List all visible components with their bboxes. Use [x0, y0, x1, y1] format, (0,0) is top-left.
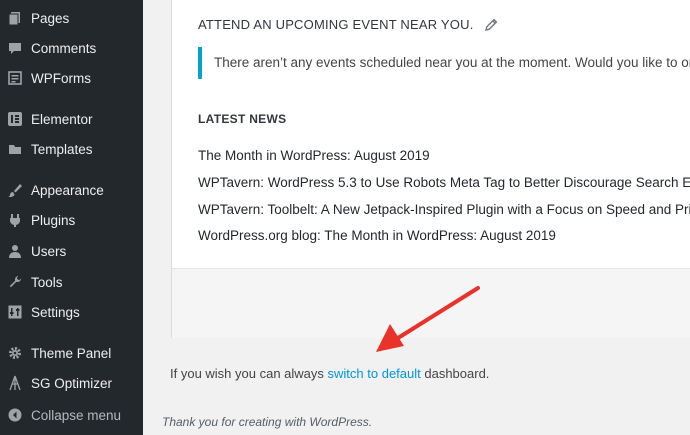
sidebar-item-label: Theme Panel	[31, 345, 112, 361]
sidebar-item-elementor[interactable]: Elementor	[0, 104, 143, 134]
sidebar-item-label: Users	[31, 243, 67, 259]
collapse-menu-label: Collapse menu	[31, 407, 122, 423]
comments-icon	[7, 40, 23, 56]
sidebar-item-templates[interactable]: Templates	[0, 134, 143, 164]
sidebar-item-theme-panel[interactable]: Theme Panel	[0, 338, 143, 368]
news-list: The Month in WordPress: August 2019 WPTa…	[198, 148, 690, 255]
folder-icon	[7, 141, 23, 157]
sg-optimizer-icon	[7, 375, 23, 391]
switch-dashboard-line: If you wish you can always switch to def…	[170, 366, 489, 381]
footer-thank-you: Thank you for creating with WordPress.	[162, 415, 372, 429]
pencil-icon[interactable]	[484, 18, 498, 32]
sidebar-item-label: SG Optimizer	[31, 375, 113, 391]
wordpress-link[interactable]: WordPress	[309, 415, 368, 429]
news-link[interactable]: The Month in WordPress: August 2019	[198, 148, 690, 175]
paintbrush-icon	[7, 182, 23, 198]
footer-suffix: .	[368, 415, 373, 429]
news-link[interactable]: WPTavern: Toolbelt: A New Jetpack-Inspir…	[198, 202, 690, 229]
sidebar-item-settings[interactable]: Settings	[0, 297, 143, 327]
collapse-menu-button[interactable]: Collapse menu	[0, 400, 143, 430]
sidebar-item-wpforms[interactable]: WPForms	[0, 63, 143, 93]
switch-to-default-link[interactable]: switch to default	[328, 366, 421, 381]
sidebar-item-label: WPForms	[31, 70, 91, 86]
events-notice: There aren’t any events scheduled near y…	[198, 47, 690, 79]
wpforms-icon	[7, 70, 23, 86]
users-icon	[7, 243, 23, 259]
events-heading: ATTEND AN UPCOMING EVENT NEAR YOU.	[198, 17, 498, 32]
switch-suffix: dashboard.	[420, 366, 490, 381]
elementor-icon	[7, 111, 23, 127]
news-heading: LATEST NEWS	[198, 112, 287, 126]
footer-prefix: Thank you for creating with	[162, 415, 310, 429]
plugin-icon	[7, 212, 23, 228]
news-link[interactable]: WordPress.org blog: The Month in WordPre…	[198, 228, 690, 255]
sidebar-item-plugins[interactable]: Plugins	[0, 205, 143, 235]
gear-icon	[7, 345, 23, 361]
sidebar-item-label: Appearance	[31, 182, 104, 198]
sidebar-item-users[interactable]: Users	[0, 236, 143, 266]
sidebar-item-comments[interactable]: Comments	[0, 33, 143, 63]
sidebar-item-appearance[interactable]: Appearance	[0, 175, 143, 205]
sidebar-item-label: Elementor	[31, 111, 93, 127]
sidebar-item-pages[interactable]: Pages	[0, 3, 143, 33]
collapse-icon	[7, 407, 23, 423]
switch-prefix: If you wish you can always	[170, 366, 328, 381]
sidebar-item-label: Templates	[31, 141, 93, 157]
sidebar-item-label: Pages	[31, 10, 70, 26]
pages-icon	[7, 10, 23, 26]
sidebar-item-tools[interactable]: Tools	[0, 267, 143, 297]
sidebar-item-sg-optimizer[interactable]: SG Optimizer	[0, 368, 143, 398]
wrench-icon	[7, 274, 23, 290]
sidebar-item-label: Tools	[31, 274, 63, 290]
sidebar-item-label: Plugins	[31, 212, 76, 228]
events-heading-text: ATTEND AN UPCOMING EVENT NEAR YOU.	[198, 17, 474, 32]
sidebar-item-label: Comments	[31, 40, 97, 56]
events-notice-text: There aren’t any events scheduled near y…	[214, 55, 690, 70]
news-link[interactable]: WPTavern: WordPress 5.3 to Use Robots Me…	[198, 175, 690, 202]
sidebar-item-label: Settings	[31, 304, 80, 320]
settings-icon	[7, 304, 23, 320]
red-arrow-annotation	[376, 286, 480, 352]
admin-sidebar: Pages Comments WPForms Elementor Templat…	[0, 0, 143, 435]
